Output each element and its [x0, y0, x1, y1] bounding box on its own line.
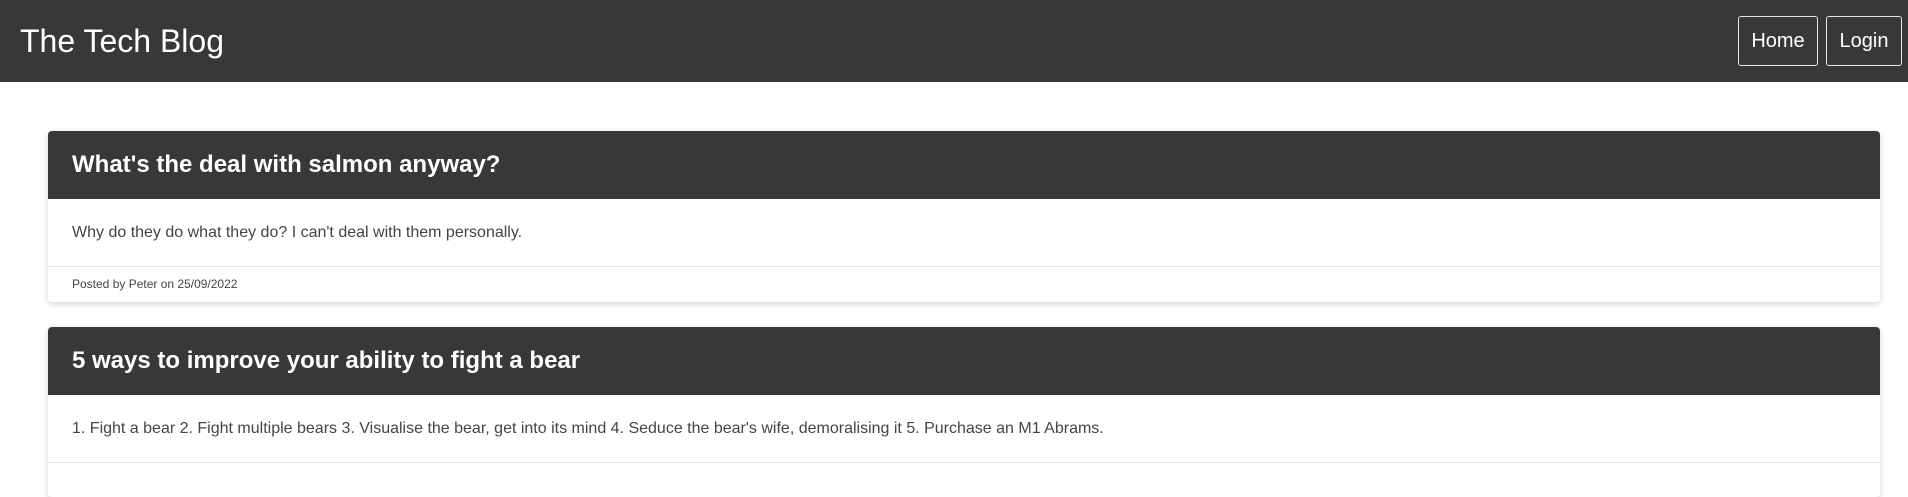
post-title[interactable]: 5 ways to improve your ability to fight …	[72, 327, 1880, 395]
post-header: 5 ways to improve your ability to fight …	[48, 327, 1880, 395]
post-card[interactable]: What's the deal with salmon anyway? Why …	[48, 131, 1880, 302]
post-content: Why do they do what they do? I can't dea…	[72, 224, 523, 241]
post-header: What's the deal with salmon anyway?	[48, 131, 1880, 199]
post-card[interactable]: 5 ways to improve your ability to fight …	[48, 327, 1880, 497]
login-button[interactable]: Login	[1826, 16, 1902, 66]
post-meta: Posted by Peter on 25/09/2022	[72, 277, 238, 291]
navbar: The Tech Blog Home Login	[0, 0, 1908, 82]
post-body: Why do they do what they do? I can't dea…	[48, 199, 1880, 267]
post-content: 1. Fight a bear 2. Fight multiple bears …	[72, 420, 1104, 437]
site-brand[interactable]: The Tech Blog	[20, 20, 224, 62]
post-footer: Posted by Peter on 25/09/2022	[48, 267, 1880, 301]
post-body: 1. Fight a bear 2. Fight multiple bears …	[48, 395, 1880, 463]
home-button[interactable]: Home	[1738, 16, 1818, 66]
post-title[interactable]: What's the deal with salmon anyway?	[72, 131, 1880, 199]
